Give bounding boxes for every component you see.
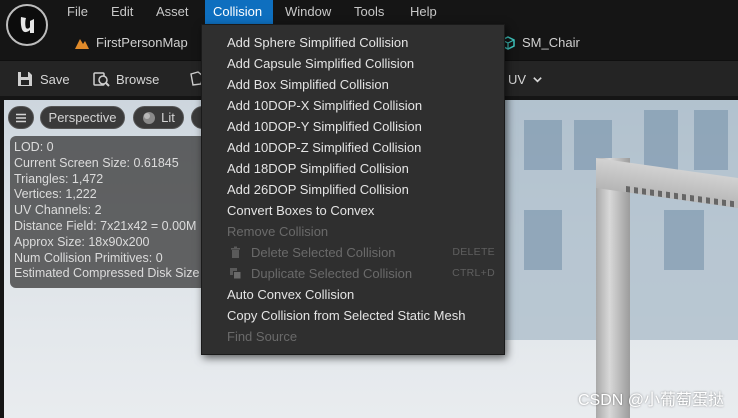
tab-firstpersonmap[interactable]: FirstPersonMap (74, 33, 188, 53)
lit-sphere-icon (143, 111, 156, 124)
shortcut-delete: DELETE (452, 246, 495, 258)
menu-item-find-source[interactable]: Find Source (202, 326, 504, 347)
shortcut-ctrl-d: CTRL+D (452, 267, 495, 279)
menu-asset[interactable]: Asset (148, 0, 197, 24)
unreal-logo-icon (20, 17, 34, 33)
perspective-button[interactable]: Perspective (40, 106, 125, 129)
save-icon (18, 72, 32, 86)
trash-icon (231, 246, 240, 258)
tab-label: SM_Chair (522, 35, 580, 50)
building-window (664, 210, 704, 270)
menu-help[interactable]: Help (402, 0, 445, 24)
menu-file[interactable]: File (59, 0, 96, 24)
menu-edit[interactable]: Edit (103, 0, 141, 24)
browse-icon (93, 72, 110, 87)
menu-item-label: Duplicate Selected Collision (251, 266, 413, 281)
menu-item-add-box-collision[interactable]: Add Box Simplified Collision (202, 74, 504, 95)
chevron-down-icon (533, 76, 542, 83)
menu-item-add-capsule-collision[interactable]: Add Capsule Simplified Collision (202, 53, 504, 74)
building-window (524, 120, 562, 170)
viewport-options-button[interactable] (8, 106, 34, 129)
level-icon (74, 36, 90, 50)
uv-dropdown[interactable]: UV (508, 61, 543, 97)
building-window (524, 210, 562, 270)
menu-item-add-18dop-collision[interactable]: Add 18DOP Simplified Collision (202, 158, 504, 179)
menu-window[interactable]: Window (277, 0, 339, 24)
building-window (694, 110, 728, 170)
menu-bar: File Edit Asset Collision Window Tools H… (0, 0, 738, 24)
browse-button[interactable]: Browse (92, 61, 159, 97)
unreal-logo[interactable] (6, 4, 48, 46)
menu-item-auto-convex-collision[interactable]: Auto Convex Collision (202, 284, 504, 305)
menu-item-duplicate-selected-collision[interactable]: Duplicate Selected Collision CTRL+D (202, 263, 504, 284)
browse-label: Browse (116, 71, 160, 87)
hamburger-icon (16, 113, 26, 122)
save-button[interactable]: Save (16, 61, 70, 97)
menu-item-remove-collision[interactable]: Remove Collision (202, 221, 504, 242)
menu-item-add-10dop-x-collision[interactable]: Add 10DOP-X Simplified Collision (202, 95, 504, 116)
menu-item-convert-boxes-to-convex[interactable]: Convert Boxes to Convex (202, 200, 504, 221)
building-window (644, 110, 678, 170)
watermark-text: CSDN @小葡萄蛋挞 (577, 392, 724, 409)
tab-label: FirstPersonMap (96, 35, 188, 50)
menu-item-add-10dop-y-collision[interactable]: Add 10DOP-Y Simplified Collision (202, 116, 504, 137)
duplicate-icon (230, 268, 242, 280)
menu-item-delete-selected-collision[interactable]: Delete Selected Collision DELETE (202, 242, 504, 263)
uv-label: UV (508, 71, 527, 87)
lit-button[interactable]: Lit (133, 106, 184, 129)
menu-item-add-sphere-collision[interactable]: Add Sphere Simplified Collision (202, 32, 504, 53)
save-label: Save (40, 71, 70, 87)
menu-collision[interactable]: Collision (205, 0, 273, 24)
menu-tools[interactable]: Tools (346, 0, 392, 24)
menu-item-label: Delete Selected Collision (251, 245, 396, 260)
menu-item-add-10dop-z-collision[interactable]: Add 10DOP-Z Simplified Collision (202, 137, 504, 158)
menu-item-copy-collision-from-mesh[interactable]: Copy Collision from Selected Static Mesh (202, 305, 504, 326)
lit-label: Lit (161, 110, 175, 125)
collision-menu: Add Sphere Simplified Collision Add Caps… (201, 24, 505, 355)
chair-frame-leg (596, 158, 630, 418)
menu-item-add-26dop-collision[interactable]: Add 26DOP Simplified Collision (202, 179, 504, 200)
tab-sm-chair[interactable]: SM_Chair (500, 33, 580, 53)
